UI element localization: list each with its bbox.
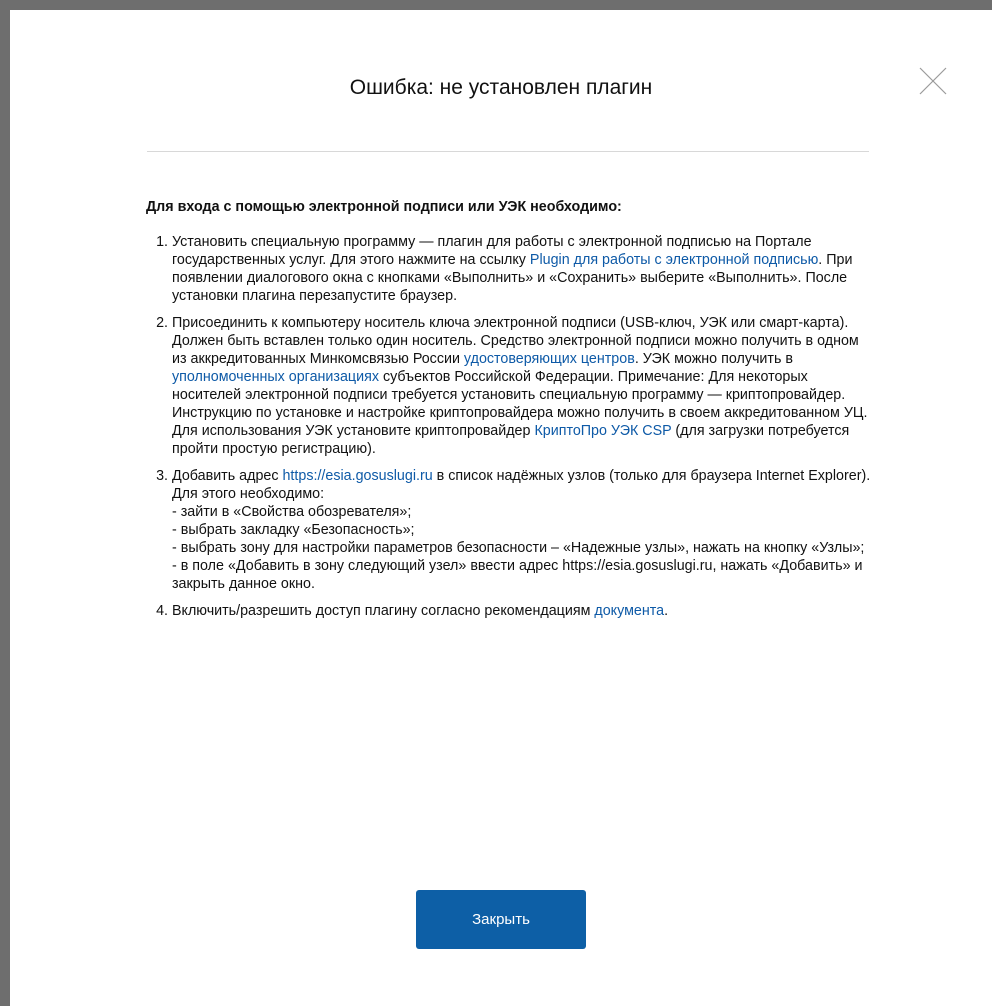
dialog-footer: Закрыть xyxy=(10,890,992,949)
dialog-title: Ошибка: не установлен плагин xyxy=(349,76,653,99)
close-button[interactable]: Закрыть xyxy=(416,890,586,949)
step-allow-plugin: Включить/разрешить доступ плагину соглас… xyxy=(172,602,876,620)
plugin-download-link[interactable]: Plugin для работы с электронной подписью xyxy=(530,252,818,268)
step-install-plugin: Установить специальную программу — плаги… xyxy=(172,233,876,305)
authorized-organizations-link[interactable]: уполномоченных организациях xyxy=(172,369,379,385)
step-3-text-a: Добавить адрес xyxy=(172,468,283,484)
dialog-content: Для входа с помощью электронной подписи … xyxy=(146,198,876,629)
step-3-line-2: - выбрать закладку «Безопасность»; xyxy=(172,522,415,538)
step-3-line-1: - зайти в «Свойства обозревателя»; xyxy=(172,504,412,520)
document-link[interactable]: документа xyxy=(594,603,664,619)
step-3-line-3: - выбрать зону для настройки параметров … xyxy=(172,540,865,556)
plugin-error-dialog: Ошибка: не установлен плагин Для входа с… xyxy=(10,10,992,1006)
step-connect-key: Присоединить к компьютеру носитель ключа… xyxy=(172,314,876,458)
step-3-line-4: - в поле «Добавить в зону следующий узел… xyxy=(172,558,863,592)
instructions-heading: Для входа с помощью электронной подписи … xyxy=(146,199,622,215)
step-2-text-b: . УЭК можно получить в xyxy=(634,351,793,367)
certification-centers-link[interactable]: удостоверяющих центров xyxy=(464,351,635,367)
title-divider xyxy=(147,151,869,152)
esia-link[interactable]: https://esia.gosuslugi.ru xyxy=(282,468,432,484)
step-4-text-a: Включить/разрешить доступ плагину соглас… xyxy=(172,603,595,619)
step-trusted-sites: Добавить адрес https://esia.gosuslugi.ru… xyxy=(172,467,876,593)
cryptopro-csp-link[interactable]: КриптоПро УЭК CSP xyxy=(534,423,671,439)
step-4-text-b: . xyxy=(664,603,669,619)
instructions-list: Установить специальную программу — плаги… xyxy=(146,233,876,620)
